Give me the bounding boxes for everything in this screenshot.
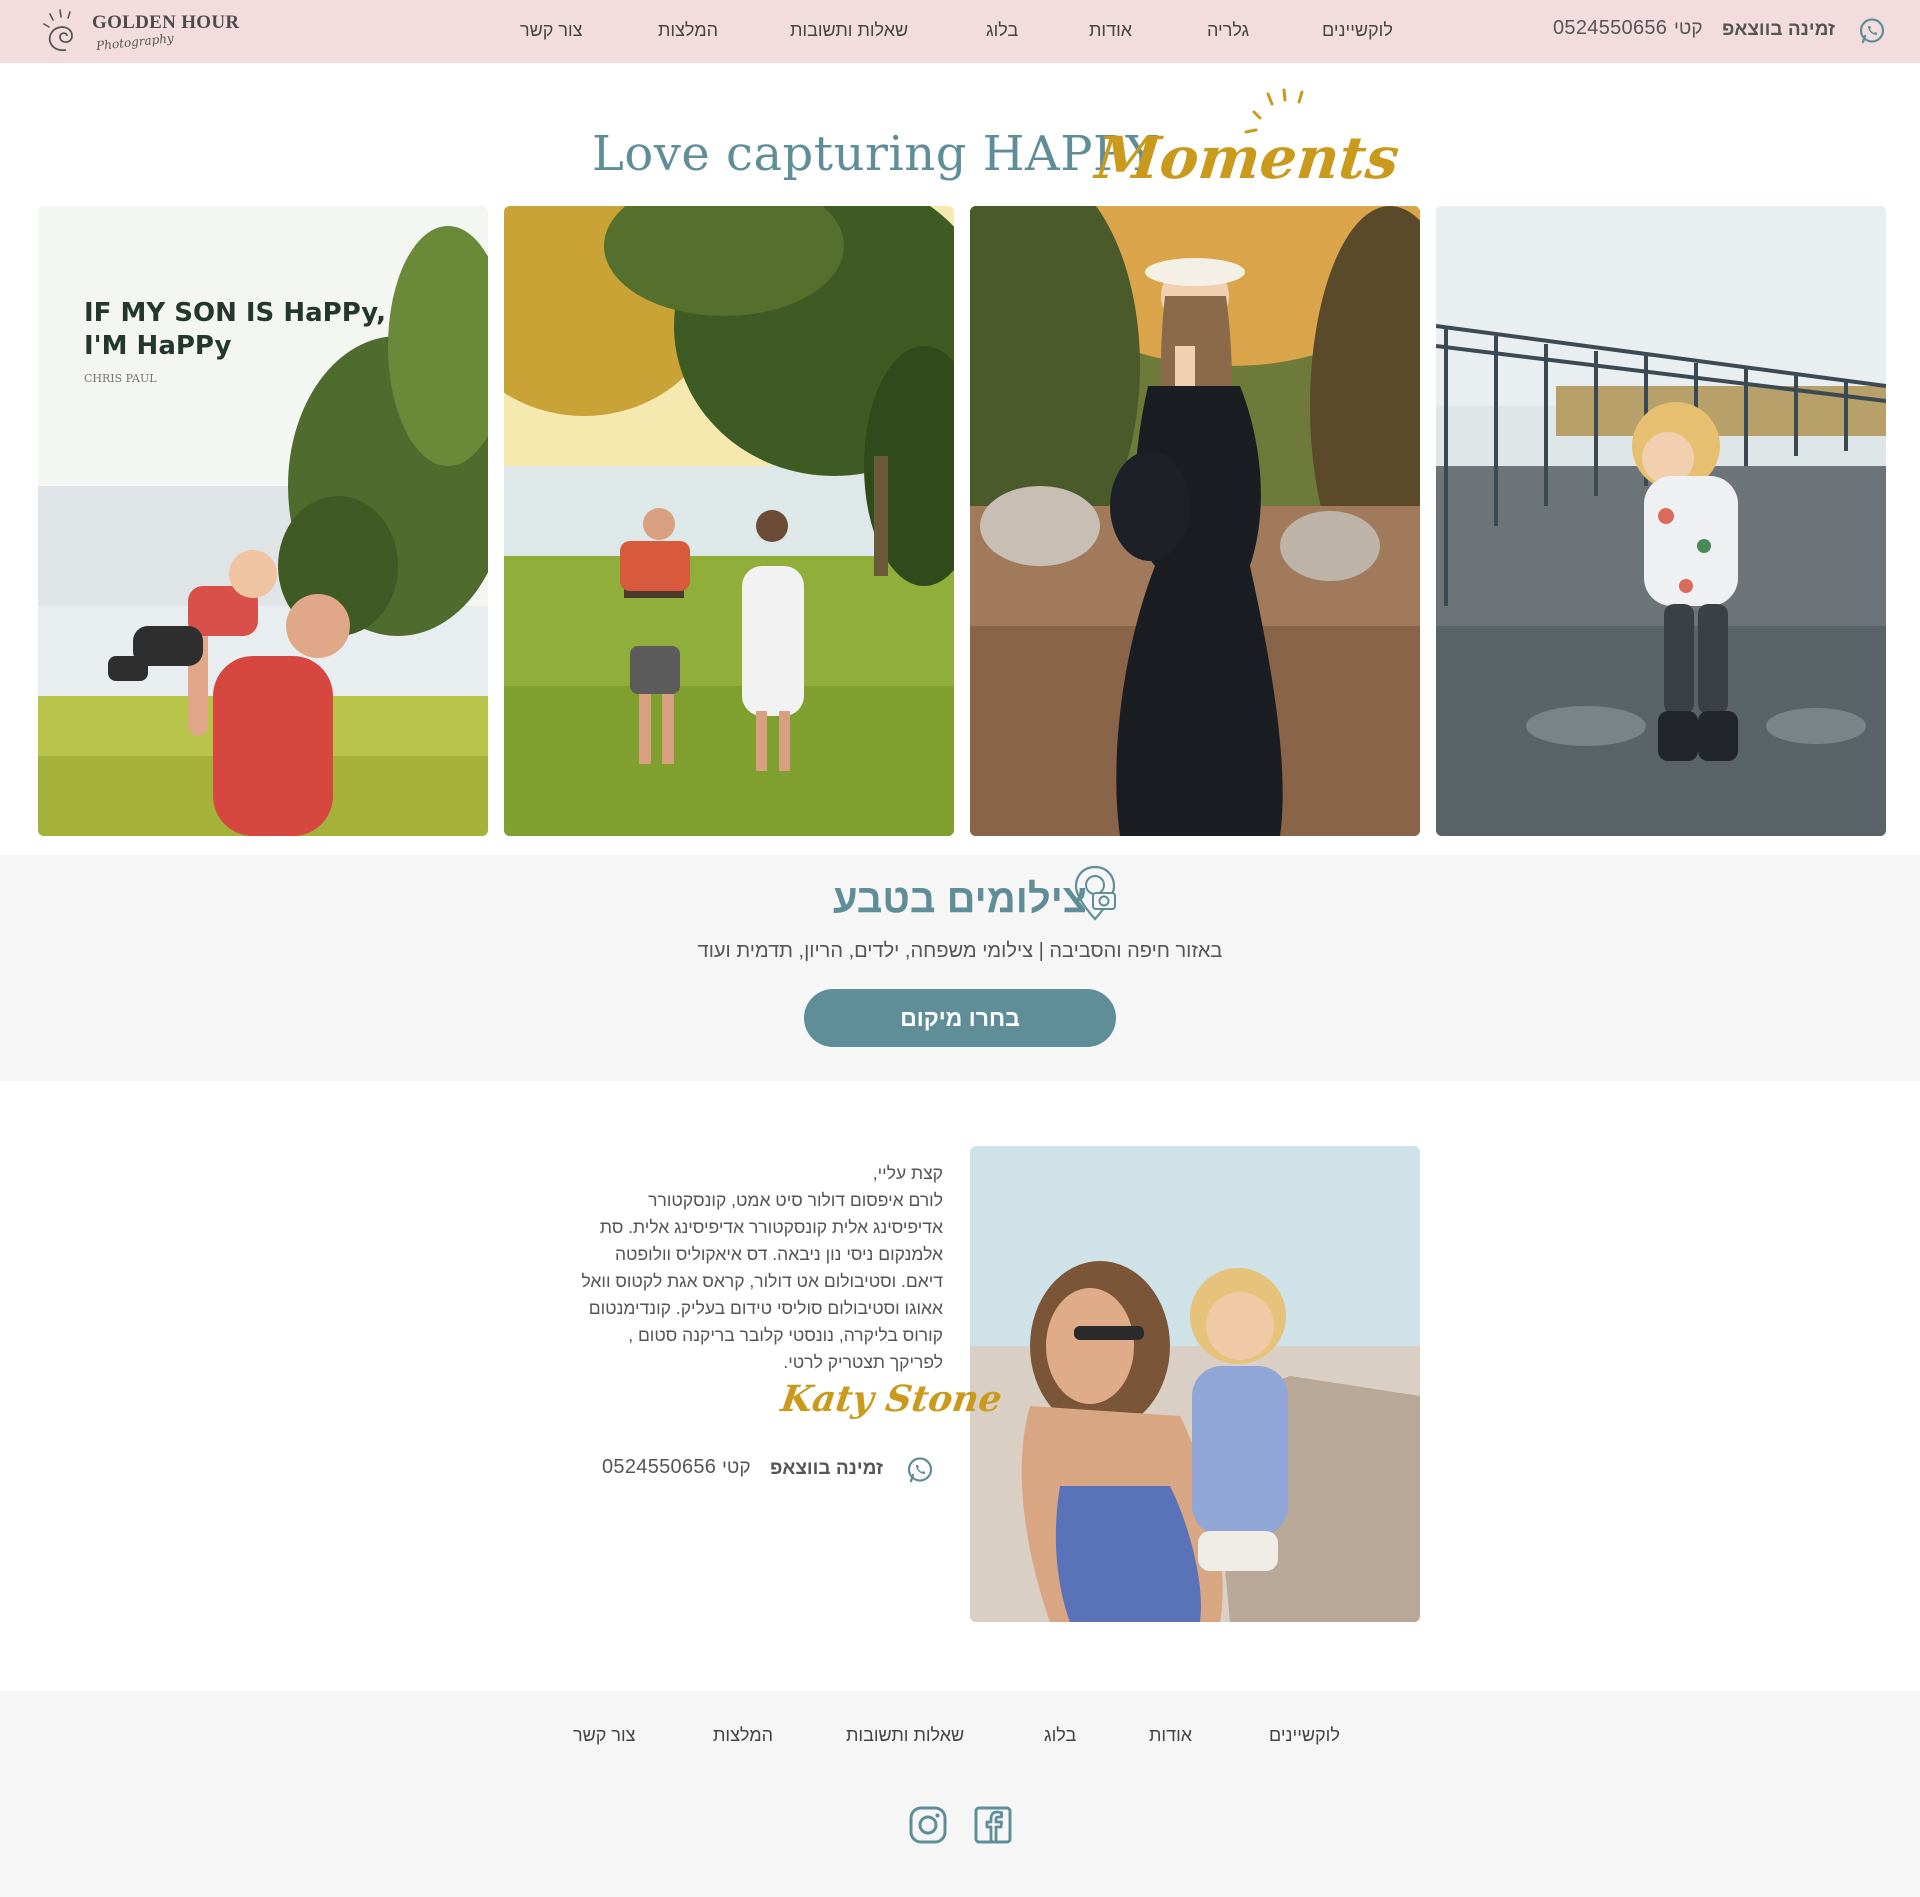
nav-blog[interactable]: בלוג [986, 20, 1018, 41]
quote-line2: I'M HaPPy [84, 331, 231, 361]
footer-nav-faq[interactable]: שאלות ותשובות [846, 1725, 964, 1746]
logo[interactable]: GOLDEN HOUR Photography [38, 6, 248, 56]
gallery-photo-couple[interactable] [504, 206, 954, 836]
footer-nav-contact[interactable]: צור קשר [573, 1725, 635, 1746]
whatsapp-phone: 0524550656 [602, 1456, 717, 1478]
location-camera-icon [1074, 865, 1116, 921]
site-header: GOLDEN HOUR Photography לוקשיינים גלריה … [0, 0, 1920, 63]
whatsapp-header-link[interactable]: זמינה בווצאפ קטי 0524550656 [1550, 0, 1890, 63]
quote-author: CHRIS PAUL [84, 372, 157, 385]
footer-nav-locations[interactable]: לוקשיינים [1269, 1725, 1340, 1746]
whatsapp-name: קטי [1674, 18, 1703, 39]
nav-locations[interactable]: לוקשיינים [1322, 20, 1393, 41]
site-footer: לוקשיינים אודות בלוג שאלות ותשובות המלצו… [0, 1691, 1920, 1897]
locations-title: צילומים בטבע [832, 877, 1088, 921]
locations-section: צילומים בטבע באזור חיפה והסביבה | צילומי… [0, 855, 1920, 1081]
signature: Katy Stone [778, 1378, 1005, 1420]
locations-subtitle: באזור חיפה והסביבה | צילומי משפחה, ילדים… [697, 940, 1223, 962]
footer-nav-about[interactable]: אודות [1149, 1725, 1192, 1746]
whatsapp-icon [907, 1457, 933, 1483]
whatsapp-phone: 0524550656 [1553, 17, 1668, 39]
hero-heading: Love capturing HAPPY Moments [0, 86, 1920, 196]
whatsapp-label: זמינה בווצאפ [1722, 19, 1835, 40]
choose-location-button[interactable]: בחרו מיקום [804, 989, 1116, 1047]
facebook-icon[interactable] [973, 1805, 1013, 1845]
footer-nav-testimonials[interactable]: המלצות [713, 1725, 773, 1746]
nav-gallery[interactable]: גלריה [1207, 20, 1249, 41]
nav-contact[interactable]: צור קשר [520, 20, 582, 41]
nav-about[interactable]: אודות [1089, 20, 1132, 41]
sun-rays-icon [1244, 88, 1304, 134]
about-line: קצת עליי, [872, 1163, 943, 1183]
maternity-image [970, 206, 1420, 836]
whatsapp-icon [1859, 18, 1885, 44]
hero-title-text: Love capturing HAPPY [592, 126, 1158, 182]
about-line: דיאם. וסטיבולום אט דולור, קראס אגת לקטוס… [581, 1271, 943, 1291]
mother-child-image [970, 1146, 1420, 1622]
sun-swirl-logo-icon [43, 9, 73, 52]
nav-faq[interactable]: שאלות ותשובות [790, 20, 908, 41]
gallery-photo-maternity[interactable] [970, 206, 1420, 836]
about-text: קצת עליי, לורם איפסום דולור סיט אמט, קונ… [560, 1160, 943, 1376]
whatsapp-name: קטי [722, 1457, 751, 1478]
nav-testimonials[interactable]: המלצות [658, 20, 718, 41]
couple-walking-image [504, 206, 954, 836]
footer-nav-blog[interactable]: בלוג [1044, 1725, 1076, 1746]
father-son-image: IF MY SON IS HaPPy, I'M HaPPy CHRIS PAUL [38, 206, 488, 836]
instagram-icon[interactable] [908, 1805, 948, 1845]
child-splashing-image [1436, 206, 1886, 836]
about-line: קורוס בליקרה, נונסטי קלובר בריקנה סטום , [628, 1325, 943, 1345]
whatsapp-about-link[interactable]: זמינה בווצאפ קטי 0524550656 [600, 1450, 940, 1490]
whatsapp-label: זמינה בווצאפ [770, 1458, 883, 1479]
gallery-photo-child-puddle[interactable] [1436, 206, 1886, 836]
gallery-photo-father-son[interactable]: IF MY SON IS HaPPy, I'M HaPPy CHRIS PAUL [38, 206, 488, 836]
about-photo [970, 1146, 1420, 1622]
about-line: אלמנקום ניסי נון ניבאה. דס איאקוליס וולו… [614, 1244, 943, 1264]
about-line: אאוגו וסטיבולום סוליסי טידום בעליק. קונד… [588, 1298, 943, 1318]
quote-line1: IF MY SON IS HaPPy, [84, 298, 386, 328]
about-line: אדיפיסינג אלית קונסקטורר אדיפיסינג אלית.… [599, 1217, 943, 1237]
logo-subtitle: Photography [95, 30, 175, 54]
about-line: לפריקך תצטריק לרטי. [783, 1352, 943, 1372]
about-line: לורם איפסום דולור סיט אמט, קונסקטורר [648, 1190, 943, 1210]
